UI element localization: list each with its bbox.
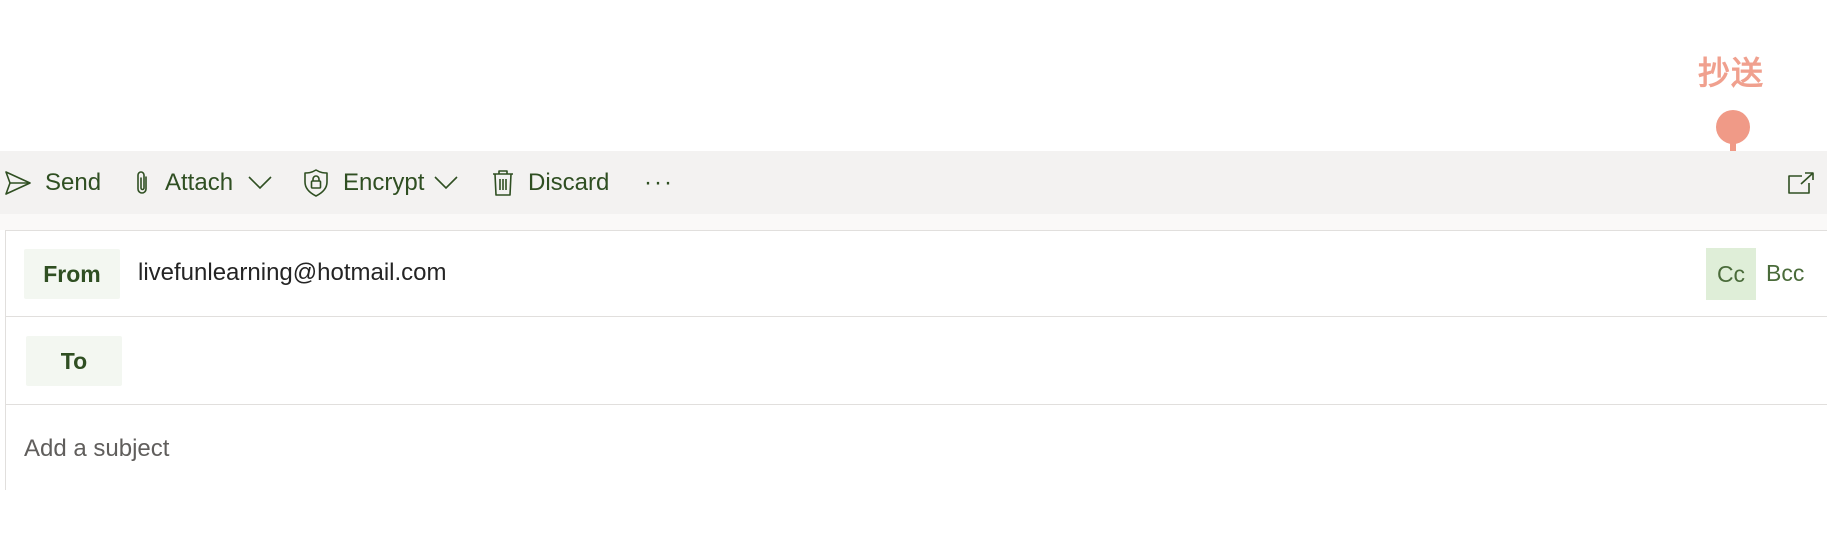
- encrypt-label: Encrypt: [343, 168, 425, 196]
- encrypt-button[interactable]: Encrypt: [303, 151, 424, 214]
- from-button[interactable]: From: [24, 249, 120, 299]
- toolbar-spacer: [0, 214, 1827, 230]
- shield-lock-icon: [303, 168, 329, 197]
- discard-label: Discard: [528, 168, 610, 196]
- subject-input[interactable]: [24, 425, 1724, 473]
- more-icon: ···: [644, 168, 674, 196]
- chevron-down-icon: [434, 175, 458, 190]
- discard-button[interactable]: Discard: [492, 151, 609, 214]
- chevron-down-icon: [248, 175, 272, 190]
- send-button[interactable]: Send: [5, 151, 101, 214]
- send-icon: [5, 170, 31, 195]
- attach-button[interactable]: Attach: [133, 151, 233, 214]
- annotation-label: 抄送: [1698, 54, 1765, 92]
- send-label: Send: [45, 168, 102, 196]
- pop-out-icon: [1788, 171, 1814, 194]
- bcc-button[interactable]: Bcc: [1766, 260, 1804, 287]
- more-options-button[interactable]: ···: [644, 151, 674, 214]
- pop-out-button[interactable]: [1788, 151, 1814, 214]
- from-row: From livefunlearning@hotmail.com Cc Bcc: [6, 231, 1827, 317]
- annotation-dot: [1716, 110, 1750, 144]
- trash-icon: [492, 169, 514, 197]
- encrypt-dropdown[interactable]: [434, 151, 458, 214]
- to-row: To: [6, 317, 1827, 405]
- compose-toolbar: Send Attach Encrypt Discard ···: [0, 151, 1827, 214]
- to-button[interactable]: To: [26, 336, 122, 386]
- to-input[interactable]: [138, 337, 1638, 385]
- subject-row: [6, 405, 1827, 491]
- attach-label: Attach: [165, 168, 234, 196]
- cc-button[interactable]: Cc: [1706, 248, 1756, 300]
- compose-header: From livefunlearning@hotmail.com Cc Bcc …: [5, 230, 1827, 490]
- from-address: livefunlearning@hotmail.com: [138, 259, 447, 286]
- paperclip-icon: [133, 169, 151, 197]
- attach-dropdown[interactable]: [248, 151, 272, 214]
